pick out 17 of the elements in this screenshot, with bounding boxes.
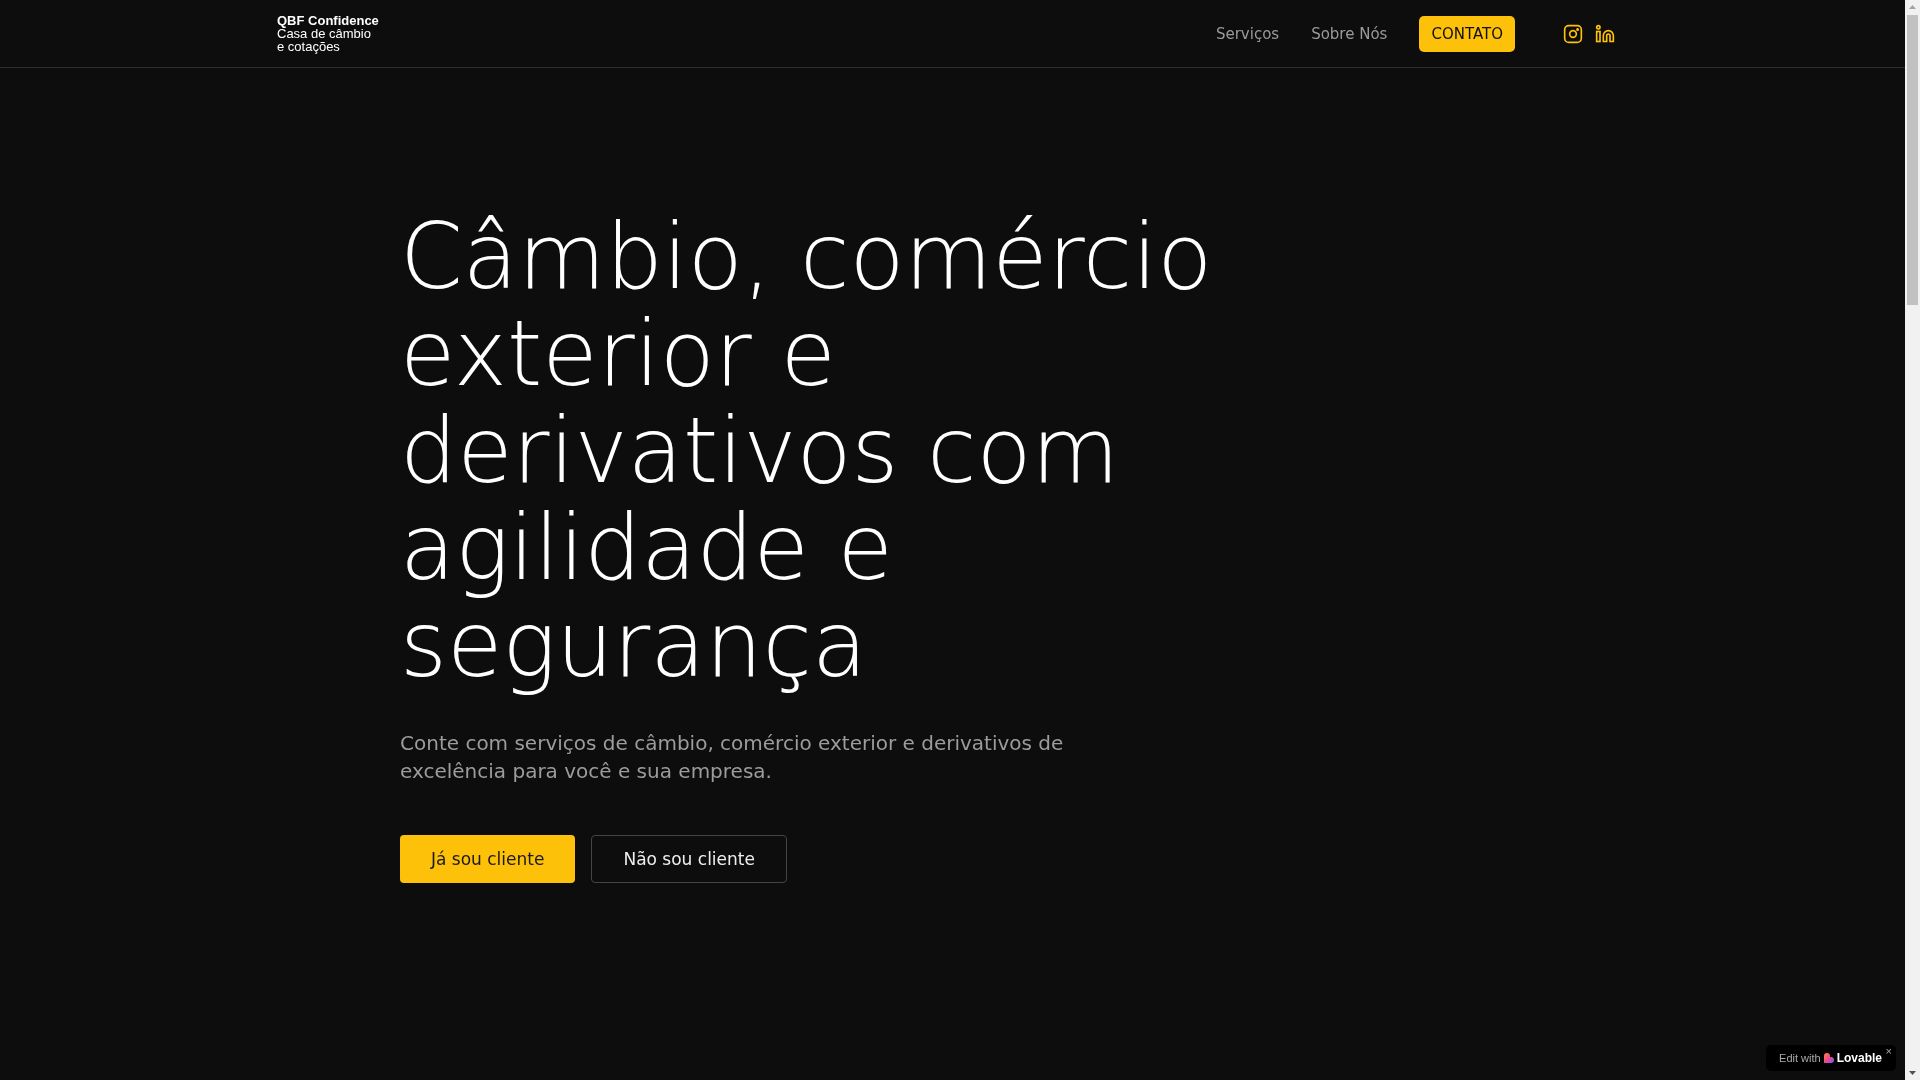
nav-link[interactable]: Serviços <box>1215 24 1280 43</box>
logo-tagline: Casa de câmbio <box>277 27 372 40</box>
existing-client-button[interactable]: Já sou cliente <box>400 835 576 883</box>
edit-badge[interactable]: Edit with Lovable × <box>1766 1045 1896 1071</box>
contact-button[interactable]: CONTATO <box>1419 15 1515 52</box>
new-client-button[interactable]: Não sou cliente <box>591 835 787 883</box>
linkedin-icon[interactable] <box>1595 23 1615 44</box>
badge-label: Edit with <box>1779 1052 1821 1064</box>
logo-tagline: e cotações <box>277 40 341 53</box>
brand-name: Lovable <box>1836 1051 1882 1065</box>
close-icon[interactable]: × <box>1885 1045 1892 1057</box>
nav-link[interactable]: Sobre Nós <box>1311 24 1388 43</box>
instagram-icon[interactable] <box>1563 23 1583 44</box>
hero-subtitle: Conte com serviços de câmbio, comércio exterior e derivativos de excelência para você e sua empresa. <box>400 730 1065 785</box>
logo-name: QBF Confidence <box>277 14 379 27</box>
hero-heading: Câmbio, comércio exterior e derivativos com agilidade e segurança <box>400 208 1214 693</box>
heart-icon <box>1823 1053 1834 1063</box>
